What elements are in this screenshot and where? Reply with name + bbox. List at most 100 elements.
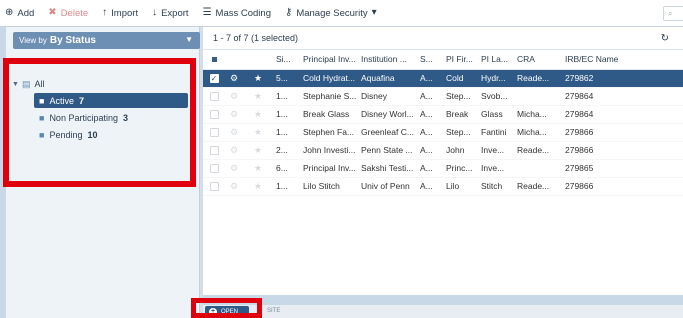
row-favorite[interactable]: ★	[243, 87, 273, 106]
column-header[interactable]: Institution ...	[358, 50, 417, 70]
gear-icon: ⚙	[229, 126, 239, 137]
row-checkbox[interactable]	[203, 123, 225, 142]
row-favorite[interactable]: ★	[243, 141, 273, 160]
row-settings[interactable]: ⚙	[225, 177, 243, 196]
table-cell: Micha...	[514, 105, 562, 124]
gear-icon: ⚙	[229, 72, 239, 83]
row-checkbox[interactable]	[203, 87, 225, 106]
highlight-box-open-button	[191, 298, 262, 318]
export-label: Export	[161, 7, 189, 19]
search-icon: ⌕	[668, 9, 673, 18]
table-cell: John Investi...	[300, 141, 358, 160]
gear-icon: ⚙	[229, 108, 239, 119]
tab-site[interactable]: SITE	[267, 308, 280, 314]
row-settings[interactable]: ⚙	[225, 105, 243, 124]
add-button[interactable]: ⊕ Add	[5, 8, 34, 19]
table-row[interactable]: ⚙ ★ 1... Lilo Stitch Univ of Penn A... Lilo Sti…	[203, 177, 683, 196]
star-icon: ★	[253, 126, 263, 137]
add-label: Add	[17, 7, 35, 19]
table-cell: Micha...	[514, 123, 562, 142]
star-icon: ★	[253, 108, 263, 119]
row-settings[interactable]: ⚙	[225, 159, 243, 178]
table-cell: Svob...	[478, 87, 514, 106]
table-cell	[514, 159, 562, 178]
row-checkbox[interactable]	[203, 141, 225, 160]
column-header[interactable]: PI Fir...	[443, 50, 478, 70]
table-row[interactable]: ⚙ ★ 6... Principal Inv... Sakshi Testi... A..…	[203, 159, 683, 178]
table-cell: A...	[417, 159, 443, 178]
view-by-dropdown[interactable]: View by By Status ▼	[13, 32, 200, 49]
row-checkbox[interactable]	[203, 159, 225, 178]
delete-label: Delete	[60, 7, 89, 19]
table-cell: Stephanie S...	[300, 87, 358, 106]
table-cell: Inve...	[478, 141, 514, 160]
table-cell: Inve...	[478, 159, 514, 178]
row-favorite[interactable]: ★	[243, 69, 273, 88]
refresh-icon[interactable]: ↻	[661, 33, 669, 44]
star-icon: ★	[253, 90, 263, 101]
row-checkbox[interactable]: ✓	[203, 69, 225, 88]
manage-security-button[interactable]: ⚷ Manage Security ▾	[285, 8, 377, 19]
delete-button[interactable]: ✖ Delete	[48, 8, 88, 19]
table-cell: Reade...	[514, 177, 562, 196]
row-settings[interactable]: ⚙	[225, 141, 243, 160]
search-input[interactable]: ⌕	[663, 6, 683, 21]
select-all-checkbox[interactable]	[203, 50, 225, 70]
table-cell: Univ of Penn	[358, 177, 417, 196]
row-favorite[interactable]: ★	[243, 123, 273, 142]
table-cell: Cold	[443, 69, 478, 88]
mass-coding-button[interactable]: ☰ Mass Coding	[203, 8, 271, 19]
column-header[interactable]: S...	[417, 50, 443, 70]
table-cell: Step...	[443, 87, 478, 106]
table-cell: A...	[417, 69, 443, 88]
table-row[interactable]: ✓ ⚙ ★ 5... Cold Hydrat... Aquafina A... Cold Hyd…	[203, 69, 683, 88]
table-cell: Lilo Stitch	[300, 177, 358, 196]
row-favorite[interactable]: ★	[243, 159, 273, 178]
table-row[interactable]: ⚙ ★ 1... Break Glass Disney Worl... A... Break…	[203, 105, 683, 124]
row-settings[interactable]: ⚙	[225, 87, 243, 106]
checkbox-icon	[209, 182, 219, 192]
row-settings[interactable]: ⚙	[225, 123, 243, 142]
table-cell: Step...	[443, 123, 478, 142]
column-header[interactable]: Principal Inv...	[300, 50, 358, 70]
star-icon: ★	[253, 144, 263, 155]
table-row[interactable]: ⚙ ★ 2... John Investi... Penn State ... A... J…	[203, 141, 683, 160]
column-header-row: Si... Principal Inv... Institution ... S…	[203, 50, 683, 70]
arrow-down-icon: ↓	[152, 7, 158, 18]
table-cell: John	[443, 141, 478, 160]
table-cell: Disney Worl...	[358, 105, 417, 124]
gear-icon: ⚙	[229, 180, 239, 191]
row-settings[interactable]: ⚙	[225, 69, 243, 88]
arrow-up-icon: ↑	[102, 7, 108, 18]
gear-icon: ⚙	[229, 162, 239, 173]
column-header[interactable]: CRA	[514, 50, 562, 70]
grid-header: 1 - 7 of 7 (1 selected)	[203, 27, 683, 50]
table-row[interactable]: ⚙ ★ 1... Stephanie S... Disney A... Step... Svo…	[203, 87, 683, 106]
table-cell: 2...	[273, 141, 300, 160]
table-cell: Stitch	[478, 177, 514, 196]
row-favorite[interactable]: ★	[243, 177, 273, 196]
row-favorite[interactable]: ★	[243, 105, 273, 124]
import-button[interactable]: ↑ Import	[102, 8, 138, 19]
export-button[interactable]: ↓ Export	[152, 8, 188, 19]
table-cell: 279864	[562, 87, 683, 106]
row-checkbox[interactable]	[203, 105, 225, 124]
column-header[interactable]: PI La...	[478, 50, 514, 70]
table-cell: Greenleaf C...	[358, 123, 417, 142]
table-row[interactable]: ⚙ ★ 1... Stephen Fa... Greenleaf C... A... Ste…	[203, 123, 683, 142]
plus-circle-icon: ⊕	[5, 7, 14, 18]
grid-table: Si... Principal Inv... Institution ... S…	[203, 50, 683, 196]
table-cell: 279862	[562, 69, 683, 88]
table-cell: 6...	[273, 159, 300, 178]
table-cell: Cold Hydrat...	[300, 69, 358, 88]
checkbox-icon	[209, 128, 219, 138]
table-cell: 1...	[273, 177, 300, 196]
row-checkbox[interactable]	[203, 177, 225, 196]
column-header[interactable]: Si...	[273, 50, 300, 70]
table-cell: Princ...	[443, 159, 478, 178]
column-header[interactable]: IRB/EC Name	[562, 50, 683, 70]
table-cell: Break	[443, 105, 478, 124]
table-cell: A...	[417, 177, 443, 196]
toolbar: ⊕ Add ✖ Delete ↑ Import ↓ Export ☰ Mass …	[0, 0, 683, 27]
record-summary: 1 - 7 of 7 (1 selected)	[213, 33, 299, 43]
